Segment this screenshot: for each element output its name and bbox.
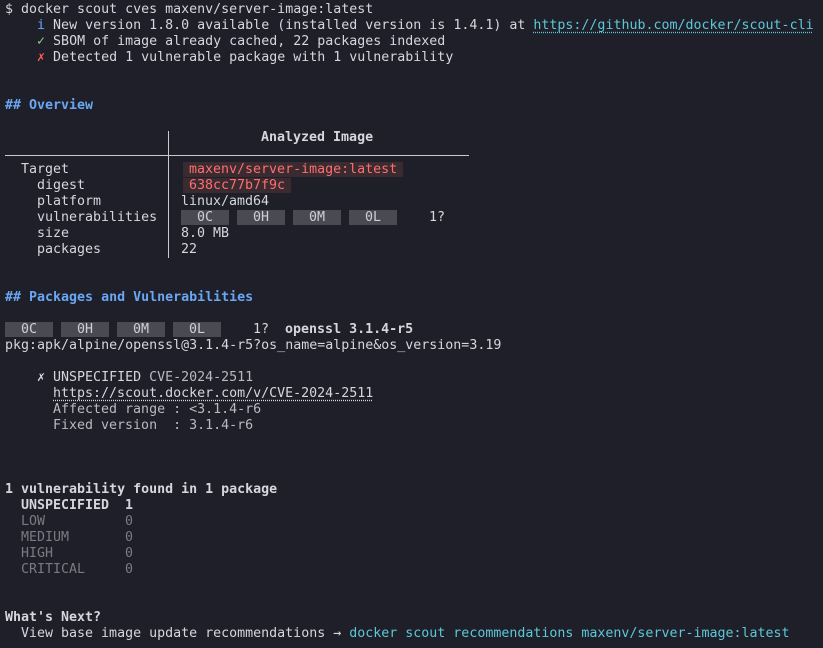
affected-range: Affected range : <3.1.4-r6 <box>53 402 262 417</box>
check-icon: ✓ <box>37 34 46 49</box>
vulnerability-severity: UNSPECIFIED <box>53 370 142 385</box>
whats-next-title: What's Next? <box>5 610 102 625</box>
cve-link-line: https://scout.docker.com/v/CVE-2024-2511 <box>53 386 373 402</box>
summary-row-unspecified: UNSPECIFIED 1 <box>21 498 133 514</box>
sbom-line: ✓ SBOM of image already cached, 22 packa… <box>5 34 445 50</box>
high-count-badge: 0H <box>61 322 109 337</box>
critical-count-badge: 0C <box>5 322 53 337</box>
command-line: $ docker scout cves maxenv/server-image:… <box>5 2 374 17</box>
medium-count-badge: 0M <box>117 322 165 337</box>
terminal-window: $ docker scout cves maxenv/server-image:… <box>0 0 823 648</box>
summary-row-medium: MEDIUM 0 <box>21 530 133 546</box>
summary-count: 1 <box>125 498 134 513</box>
target-value: maxenv/server-image:latest <box>183 162 404 178</box>
summary-title: 1 vulnerability found in 1 package <box>5 482 278 497</box>
summary-row-critical: CRITICAL 0 <box>21 562 133 578</box>
cross-icon: ✗ <box>37 50 46 65</box>
package-severity-line: 0C 0H 0M 0L 1? openssl 3.1.4-r5 <box>5 322 413 338</box>
size-label: size <box>37 226 70 241</box>
sbom-text: SBOM of image already cached, 22 package… <box>45 34 446 49</box>
high-count-badge: 0H <box>237 210 285 225</box>
summary-count: 0 <box>125 514 134 529</box>
low-count-badge: 0L <box>173 322 221 337</box>
digest-value: 638cc77b7f9c <box>183 178 292 194</box>
fixed-version: Fixed version : 3.1.4-r6 <box>53 418 254 433</box>
summary-label: HIGH <box>21 546 54 561</box>
size-value: 8.0 MB <box>181 226 230 241</box>
unspecified-count: 1? <box>429 210 446 225</box>
unspecified-count: 1? <box>253 322 270 337</box>
new-version-text: New version 1.8.0 available (installed v… <box>45 18 534 33</box>
table-horizontal-divider <box>5 155 469 156</box>
medium-count-badge: 0M <box>293 210 341 225</box>
overview-severity-badges: 0C 0H 0M 0L 1? <box>181 210 445 226</box>
target-image-name: maxenv/server-image:latest <box>183 162 404 177</box>
digest-label: digest <box>37 178 86 193</box>
package-purl: pkg:apk/alpine/openssl@3.1.4-r5?os_name=… <box>5 338 502 353</box>
overview-heading: ## Overview <box>5 98 94 113</box>
vulnerability-id: CVE-2024-2511 <box>149 370 254 385</box>
detected-text: Detected 1 vulnerable package with 1 vul… <box>45 50 454 65</box>
summary-count: 0 <box>125 530 134 545</box>
summary-count: 0 <box>125 562 134 577</box>
whats-next-text: View base image update recommendations → <box>21 626 350 641</box>
vulnerabilities-label: vulnerabilities <box>37 210 158 225</box>
summary-label: UNSPECIFIED <box>21 498 110 513</box>
analyzed-image-header: Analyzed Image <box>261 130 374 145</box>
packages-heading: ## Packages and Vulnerabilities <box>5 290 254 305</box>
summary-label: LOW <box>21 514 46 529</box>
summary-row-high: HIGH 0 <box>21 546 133 562</box>
package-name: openssl 3.1.4-r5 <box>285 322 414 337</box>
low-count-badge: 0L <box>349 210 397 225</box>
target-label: Target <box>21 162 70 177</box>
info-icon: i <box>37 18 46 33</box>
digest-hash: 638cc77b7f9c <box>183 178 292 193</box>
summary-label: CRITICAL <box>21 562 86 577</box>
vulnerability-cross-icon: ✗ <box>37 370 46 385</box>
platform-value: linux/amd64 <box>181 194 270 209</box>
summary-row-low: LOW 0 <box>21 514 133 530</box>
platform-label: platform <box>37 194 102 209</box>
scout-cli-link[interactable]: https://github.com/docker/scout-cli <box>533 18 813 33</box>
cve-link[interactable]: https://scout.docker.com/v/CVE-2024-2511 <box>53 386 373 401</box>
recommendations-command[interactable]: docker scout recommendations maxenv/serv… <box>349 626 789 641</box>
summary-count: 0 <box>125 546 134 561</box>
detected-line: ✗ Detected 1 vulnerable package with 1 v… <box>5 50 453 66</box>
new-version-line: i New version 1.8.0 available (installed… <box>5 18 814 34</box>
vulnerability-line: ✗ UNSPECIFIED CVE-2024-2511 <box>37 370 253 386</box>
whats-next-line: View base image update recommendations →… <box>21 626 790 642</box>
packages-label: packages <box>37 242 102 257</box>
packages-value: 22 <box>181 242 198 257</box>
table-vertical-divider <box>168 131 169 258</box>
summary-label: MEDIUM <box>21 530 70 545</box>
critical-count-badge: 0C <box>181 210 229 225</box>
